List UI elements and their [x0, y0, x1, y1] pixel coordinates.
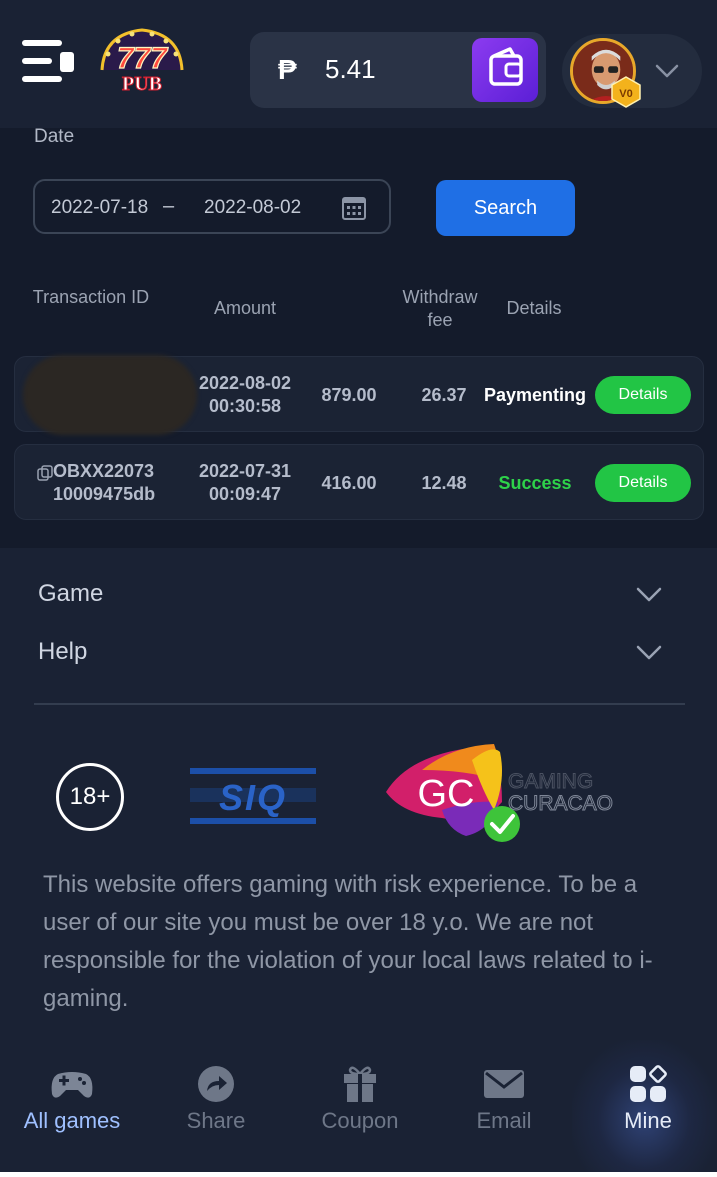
header-transaction-id: Transaction ID	[32, 287, 150, 307]
date-from[interactable]: 2022-07-18	[51, 197, 148, 219]
age-restriction-badge: 18+	[56, 763, 124, 831]
redacted-transaction-id	[23, 355, 197, 435]
top-header: 777 PUB ₱ 5.41 V0	[0, 0, 717, 128]
footer-disclaimer: This website offers gaming with risk exp…	[43, 871, 653, 1012]
header-withdraw-fee: Withdraw fee	[402, 287, 478, 330]
nav-coupon[interactable]: Coupon	[290, 1060, 430, 1150]
row-datetime: 2022-07-31 00:09:47	[198, 461, 292, 504]
table-row: 2022-08-02 00:30:58 879.00 26.37 Paymenti…	[14, 355, 704, 435]
777pub-logo[interactable]: 777 PUB	[94, 26, 190, 96]
nav-label: Share	[186, 1108, 246, 1133]
copy-icon[interactable]	[37, 465, 53, 481]
nav-label: All games	[23, 1108, 121, 1133]
row-datetime: 2022-08-02 00:30:58	[198, 373, 292, 416]
date-to[interactable]: 2022-08-02	[204, 197, 301, 219]
gamepad-icon	[51, 1072, 93, 1098]
wallet-icon	[489, 47, 523, 86]
balance-value: 5.41	[325, 54, 376, 84]
search-button[interactable]: Search	[436, 180, 575, 236]
mail-icon	[484, 1070, 524, 1098]
svg-text:GAMING: GAMING	[508, 770, 593, 793]
svg-text:777: 777	[117, 42, 168, 75]
row-fee: 12.48	[421, 473, 467, 493]
gaming-curacao-logo: GC GAMING CURACAO	[386, 744, 614, 842]
vip-badge-icon: V0	[611, 76, 641, 108]
chevron-down-icon[interactable]	[654, 58, 680, 84]
header-details: Details	[506, 298, 562, 318]
nav-mine[interactable]: Mine	[578, 1060, 717, 1150]
date-label: Date	[34, 126, 75, 147]
svg-text:SIQ: SIQ	[219, 777, 287, 818]
nav-label: Mine	[624, 1108, 672, 1133]
nav-email[interactable]: Email	[434, 1060, 574, 1150]
user-menu[interactable]: V0	[562, 34, 702, 108]
svg-text:GC: GC	[418, 773, 475, 815]
row-status: Paymenting	[483, 385, 587, 405]
date-range-picker[interactable]: 2022-07-18 – 2022-08-02	[33, 179, 391, 234]
nav-label: Coupon	[321, 1108, 399, 1133]
row-status: Success	[498, 473, 572, 493]
wallet-button[interactable]	[472, 38, 538, 102]
date-separator: –	[163, 195, 175, 217]
nav-share[interactable]: Share	[146, 1060, 286, 1150]
nav-all-games[interactable]: All games	[2, 1060, 142, 1150]
svg-text:PUB: PUB	[122, 73, 162, 95]
currency-symbol: ₱	[278, 54, 297, 85]
accordion-help[interactable]: Help	[38, 638, 87, 666]
svg-text:CURACAO: CURACAO	[508, 792, 613, 815]
footer-divider	[34, 703, 685, 705]
nav-label: Email	[476, 1108, 532, 1133]
row-transaction-id: OBXX22073 10009475db	[53, 461, 156, 504]
gift-icon	[344, 1066, 376, 1102]
menu-icon[interactable]	[22, 40, 74, 84]
accordion-game[interactable]: Game	[38, 580, 103, 608]
details-button[interactable]: Details	[595, 376, 691, 414]
sig-logo: SIQ	[190, 768, 316, 824]
details-button[interactable]: Details	[595, 464, 691, 502]
header-amount: Amount	[213, 298, 277, 318]
chevron-down-icon[interactable]	[636, 642, 662, 662]
svg-text:V0: V0	[619, 88, 632, 100]
chevron-down-icon[interactable]	[636, 584, 662, 604]
row-amount: 416.00	[321, 473, 377, 493]
row-amount: 879.00	[321, 385, 377, 405]
table-row: OBXX22073 10009475db 2022-07-31 00:09:47 4…	[14, 444, 704, 520]
calendar-icon[interactable]	[341, 195, 367, 221]
grid-icon	[630, 1065, 667, 1102]
balance-display: ₱ 5.41	[250, 32, 546, 108]
row-fee: 26.37	[421, 385, 467, 405]
bottom-edge	[0, 1172, 717, 1177]
share-icon	[198, 1066, 234, 1102]
